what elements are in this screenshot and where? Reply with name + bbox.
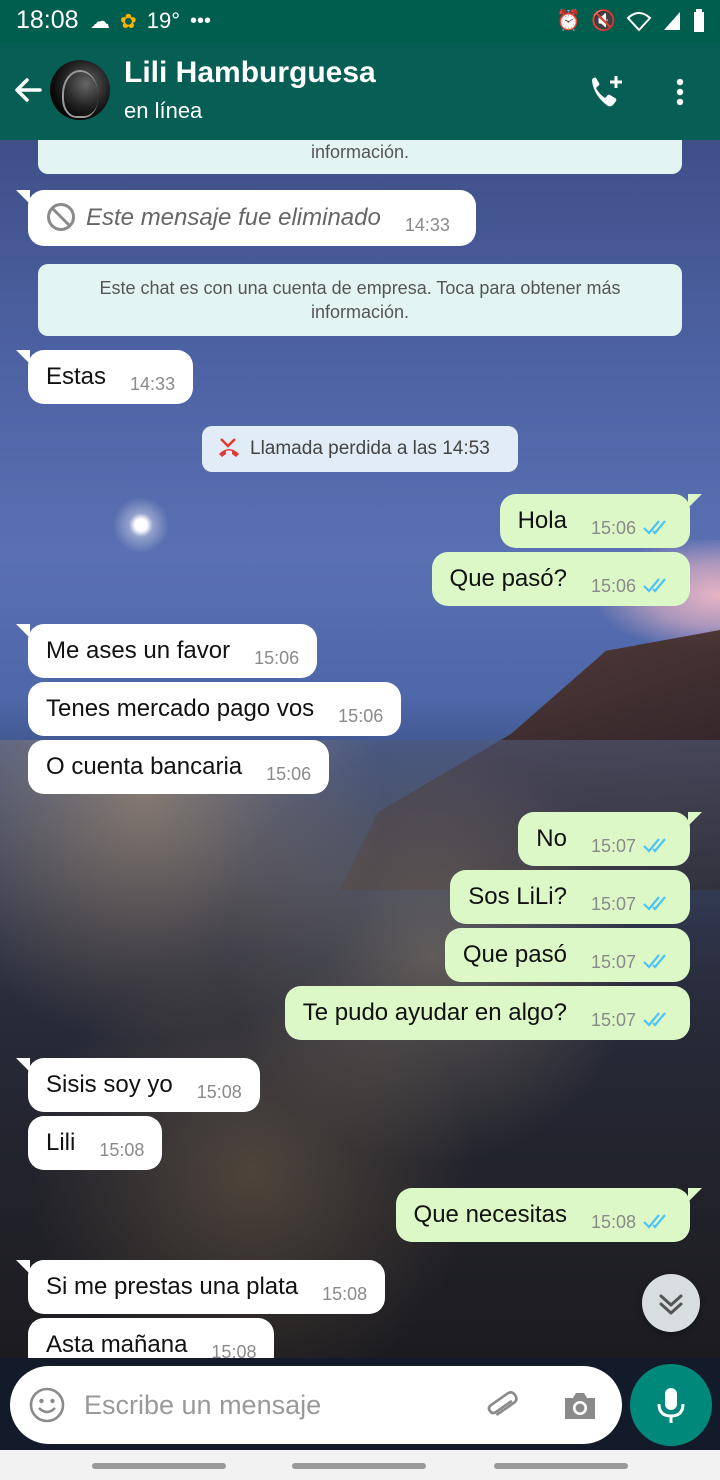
nav-home[interactable] xyxy=(292,1463,426,1469)
read-ticks-icon xyxy=(643,578,666,593)
message-time: 15:06 xyxy=(590,518,636,538)
cloud-upload-icon: ☁ xyxy=(90,10,110,33)
message-time: 15:08 xyxy=(590,1212,636,1232)
message-text: Asta mañana xyxy=(46,1331,188,1358)
message-bubble[interactable]: No 15:07 xyxy=(518,812,702,866)
nav-recents[interactable] xyxy=(92,1463,226,1469)
message-text: Que necesitas xyxy=(413,1201,567,1228)
message-bubble[interactable]: Estas 14:33 xyxy=(15,350,194,404)
message-text: Sisis soy yo xyxy=(46,1071,173,1098)
message-text: Hola xyxy=(517,507,567,534)
status-time: 18:08 xyxy=(16,6,79,34)
read-ticks-icon xyxy=(643,896,666,911)
chat-header: Lili Hamburguesa en línea xyxy=(0,42,720,140)
message-text: Tenes mercado pago vos xyxy=(46,695,315,722)
message-bubble[interactable]: Que necesitas 15:08 xyxy=(395,1188,703,1242)
message-bubble[interactable]: Tenes mercado pago vos 15:06 xyxy=(28,682,402,736)
message-bubble[interactable]: Me ases un favor 15:06 xyxy=(15,624,318,678)
missed-call-icon xyxy=(219,438,239,457)
message-bubble[interactable]: Que pasó? 15:06 xyxy=(431,552,690,606)
message-text: Te pudo ayudar en algo? xyxy=(302,999,567,1026)
business-notice[interactable]: Este chat es con una cuenta de empresa. … xyxy=(38,264,682,336)
chat-area[interactable]: información. Este mensaje fue eliminado 1… xyxy=(0,140,720,1358)
message-bubble[interactable]: Asta mañana 15:08 xyxy=(28,1318,275,1358)
contact-name[interactable]: Lili Hamburguesa xyxy=(124,56,376,90)
mute-icon: 🔇 xyxy=(591,10,616,32)
read-ticks-icon xyxy=(643,520,666,535)
alarm-icon: ⏰ xyxy=(556,10,582,32)
read-ticks-icon xyxy=(643,1214,666,1229)
message-text: Que pasó? xyxy=(449,565,567,592)
message-text: O cuenta bancaria xyxy=(46,753,243,780)
back-arrow-icon[interactable] xyxy=(10,72,46,108)
voice-message-button[interactable] xyxy=(630,1364,712,1446)
deleted-icon xyxy=(47,202,75,231)
message-text: No xyxy=(536,825,567,852)
business-notice-partial[interactable]: información. xyxy=(38,140,682,174)
read-ticks-icon xyxy=(643,1012,666,1027)
message-bubble[interactable]: Que pasó 15:07 xyxy=(444,928,690,982)
read-ticks-icon xyxy=(643,954,666,969)
message-text: Sos LiLi? xyxy=(468,883,567,910)
attach-icon[interactable] xyxy=(482,1386,522,1426)
message-time: 15:07 xyxy=(590,1010,636,1030)
scroll-to-bottom-button[interactable] xyxy=(642,1274,700,1332)
status-bar: 18:08 ☁ ✿ 19° ••• ⏰ 🔇 xyxy=(0,0,720,42)
nav-back[interactable] xyxy=(494,1463,628,1469)
camera-icon[interactable] xyxy=(560,1386,600,1426)
more-notifications-icon: ••• xyxy=(190,9,212,32)
deleted-message-bubble[interactable]: Este mensaje fue eliminado 14:33 xyxy=(16,190,476,246)
missed-call-text: Llamada perdida a las 14:53 xyxy=(250,438,490,459)
message-time: 15:07 xyxy=(590,894,636,914)
message-bubble[interactable]: Te pudo ayudar en algo? 15:07 xyxy=(284,986,690,1040)
wifi-icon xyxy=(626,11,652,31)
message-time: 15:08 xyxy=(196,1082,242,1102)
missed-call-notice[interactable]: Llamada perdida a las 14:53 xyxy=(202,426,518,472)
message-time: 15:06 xyxy=(254,648,300,668)
message-time: 14:33 xyxy=(404,215,450,235)
message-text: Si me prestas una plata xyxy=(46,1273,299,1300)
message-time: 15:08 xyxy=(322,1284,368,1304)
avatar[interactable] xyxy=(50,60,110,120)
battery-icon xyxy=(694,8,704,32)
message-time: 15:06 xyxy=(338,706,384,726)
message-time: 15:06 xyxy=(590,576,636,596)
message-time: 15:08 xyxy=(211,1342,257,1358)
message-text: Lili xyxy=(46,1129,76,1156)
message-bubble[interactable]: Sos LiLi? 15:07 xyxy=(450,870,690,924)
message-time: 14:33 xyxy=(130,374,176,394)
deleted-message-text: Este mensaje fue eliminado xyxy=(86,204,381,231)
message-bubble[interactable]: Hola 15:06 xyxy=(499,494,703,548)
message-text: Que pasó xyxy=(462,941,567,968)
system-nav-bar xyxy=(0,1450,720,1480)
add-call-icon[interactable] xyxy=(586,72,626,112)
signal-icon xyxy=(664,11,680,30)
message-input[interactable] xyxy=(84,1366,464,1444)
message-bubble[interactable]: Sisis soy yo 15:08 xyxy=(16,1058,260,1112)
message-bubble[interactable]: Lili 15:08 xyxy=(28,1116,163,1170)
message-text: Estas xyxy=(46,363,107,390)
message-text: Me ases un favor xyxy=(46,637,231,664)
microphone-icon xyxy=(657,1388,685,1423)
double-chevron-down-icon xyxy=(659,1294,683,1315)
message-time: 15:07 xyxy=(590,836,636,856)
message-time: 15:06 xyxy=(266,764,312,784)
emoji-icon[interactable] xyxy=(28,1386,66,1424)
message-time: 15:07 xyxy=(590,952,636,972)
read-ticks-icon xyxy=(643,838,666,853)
message-bubble[interactable]: O cuenta bancaria 15:06 xyxy=(28,740,330,794)
message-time: 15:08 xyxy=(99,1140,145,1160)
message-bubble[interactable]: Si me prestas una plata 15:08 xyxy=(15,1260,386,1314)
more-options-icon[interactable] xyxy=(668,72,692,112)
temperature: 19° xyxy=(146,8,181,33)
contact-status: en línea xyxy=(124,98,203,123)
message-composer xyxy=(10,1366,622,1444)
app-notification-icon: ✿ xyxy=(120,10,137,33)
